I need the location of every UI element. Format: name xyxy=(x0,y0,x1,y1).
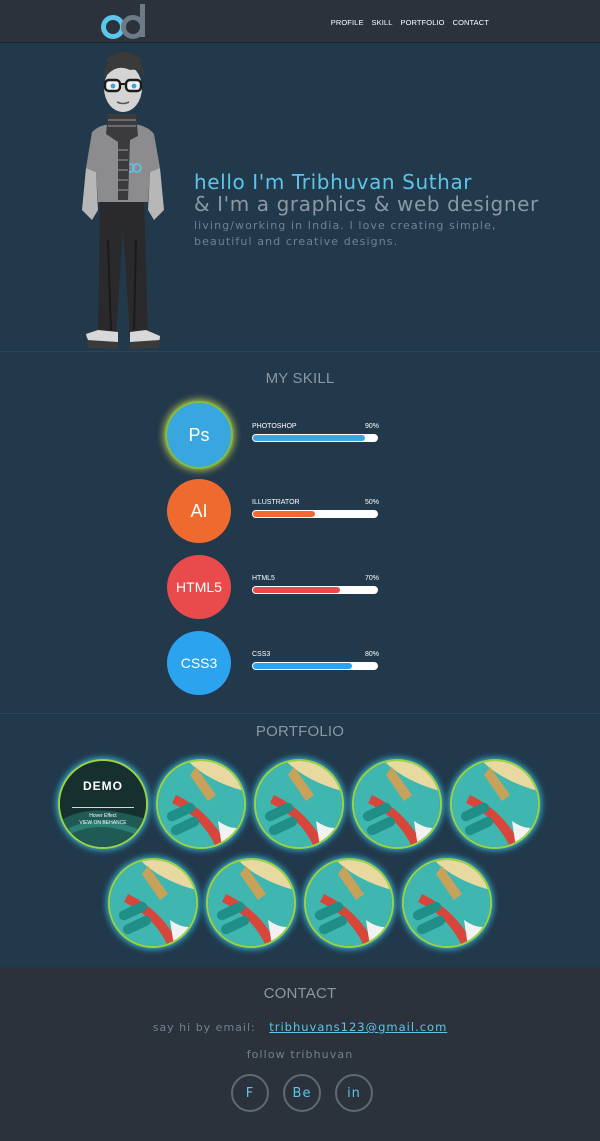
demo-title: DEMO xyxy=(83,779,123,793)
hero-greeting: hello I'm Tribhuvan Suthar xyxy=(194,170,473,194)
skill-row-photoshop: Ps PHOTOSHOP 90% xyxy=(167,403,397,467)
portfolio-thumbnail-icon xyxy=(404,860,490,946)
portfolio-item-demo[interactable]: DEMO Hover Effect VIEW ON BEHANCE xyxy=(60,761,146,847)
skill-name: CSS3 xyxy=(252,651,271,658)
skill-percent: 80% xyxy=(365,651,380,658)
portfolio-thumbnail-icon xyxy=(452,761,538,847)
portfolio-title: PORTFOLIO xyxy=(255,723,345,740)
demo-thumbnail-icon xyxy=(60,761,146,847)
portfolio-item[interactable] xyxy=(110,860,196,946)
skill-percent: 90% xyxy=(365,423,380,430)
nav-contact[interactable]: CONTACT xyxy=(453,18,489,27)
skill-name: ILLUSTRATOR xyxy=(252,499,300,506)
designer-character-illustration xyxy=(82,52,164,349)
skill-row-html5: HTML5 HTML5 70% xyxy=(167,555,397,619)
behance-label: Be xyxy=(292,1085,312,1101)
skill-progress-fill xyxy=(253,587,340,593)
skill-row-css3: CSS3 CSS3 80% xyxy=(167,631,397,695)
nav-portfolio[interactable]: PORTFOLIO xyxy=(400,18,444,27)
hero-section: hello I'm Tribhuvan Suthar & I'm a graph… xyxy=(0,44,600,352)
skill-progress-bar xyxy=(252,662,378,670)
skill-progress-bar xyxy=(252,586,378,594)
facebook-label: F xyxy=(245,1085,255,1101)
hero-role: & I'm a graphics & web designer xyxy=(194,192,539,216)
skill-icon-label: CSS3 xyxy=(180,655,218,671)
skill-progress-bar xyxy=(252,434,378,442)
skill-progress-fill xyxy=(253,663,353,669)
portfolio-item[interactable] xyxy=(404,860,490,946)
skill-progress-fill xyxy=(253,435,365,441)
css3-icon[interactable]: CSS3 xyxy=(167,631,231,695)
illustrator-icon[interactable]: AI xyxy=(167,479,231,543)
ad-logo-icon[interactable] xyxy=(100,3,150,41)
contact-title: CONTACT xyxy=(263,985,337,1002)
email-label: say hi by email: xyxy=(152,1021,256,1034)
nav-skill[interactable]: SKILL xyxy=(372,18,393,27)
hero-intro: hello I'm Tribhuvan Suthar & I'm a graph… xyxy=(194,171,594,250)
portfolio-item[interactable] xyxy=(354,761,440,847)
skill-icon-label: HTML5 xyxy=(176,579,222,595)
skill-icon-label: AI xyxy=(190,500,208,521)
skill-percent: 70% xyxy=(365,575,380,582)
follow-label: follow tribhuvan xyxy=(246,1048,354,1061)
portfolio-section: PORTFOLIO DEMO Hover Effect VIEW ON BEHA… xyxy=(0,715,600,967)
skill-progress-fill xyxy=(253,511,315,517)
skill-icon-label: Ps xyxy=(188,424,210,445)
portfolio-item[interactable] xyxy=(306,860,392,946)
skill-progress-bar xyxy=(252,510,378,518)
portfolio-item[interactable] xyxy=(158,761,244,847)
html5-icon[interactable]: HTML5 xyxy=(167,555,231,619)
nav-profile[interactable]: PROFILE xyxy=(331,18,364,27)
portfolio-thumbnail-icon xyxy=(158,761,244,847)
view-on-behance-link[interactable]: VIEW ON BEHANCE xyxy=(60,820,146,826)
skill-name: PHOTOSHOP xyxy=(252,423,297,430)
behance-icon[interactable]: Be xyxy=(283,1074,321,1112)
contact-section: CONTACT say hi by email: tribhuvans123@g… xyxy=(0,967,600,1141)
email-row: say hi by email: tribhuvans123@gmail.com xyxy=(0,1020,600,1034)
portfolio-thumbnail-icon xyxy=(354,761,440,847)
linkedin-label: in xyxy=(347,1085,361,1101)
photoshop-icon[interactable]: Ps xyxy=(167,403,231,467)
demo-subtitle: Hover Effect xyxy=(89,813,117,819)
demo-divider xyxy=(72,807,134,808)
linkedin-icon[interactable]: in xyxy=(335,1074,373,1112)
portfolio-thumbnail-icon xyxy=(110,860,196,946)
portfolio-thumbnail-icon xyxy=(306,860,392,946)
skill-row-illustrator: AI ILLUSTRATOR 50% xyxy=(167,479,397,543)
skill-percent: 50% xyxy=(365,499,380,506)
skills-title: MY SKILL xyxy=(265,370,335,387)
portfolio-item[interactable] xyxy=(208,860,294,946)
portfolio-thumbnail-icon xyxy=(256,761,342,847)
skill-name: HTML5 xyxy=(252,575,275,582)
site-header: PROFILE SKILL PORTFOLIO CONTACT xyxy=(0,0,600,43)
portfolio-thumbnail-icon xyxy=(208,860,294,946)
email-link[interactable]: tribhuvans123@gmail.com xyxy=(269,1020,447,1034)
skills-section: MY SKILL Ps PHOTOSHOP 90% AI ILLUSTRATOR… xyxy=(0,353,600,714)
facebook-icon[interactable]: F xyxy=(231,1074,269,1112)
portfolio-item[interactable] xyxy=(452,761,538,847)
hero-description: living/working in India. I love creating… xyxy=(194,219,497,248)
main-nav: PROFILE SKILL PORTFOLIO CONTACT xyxy=(331,18,489,27)
portfolio-item[interactable] xyxy=(256,761,342,847)
